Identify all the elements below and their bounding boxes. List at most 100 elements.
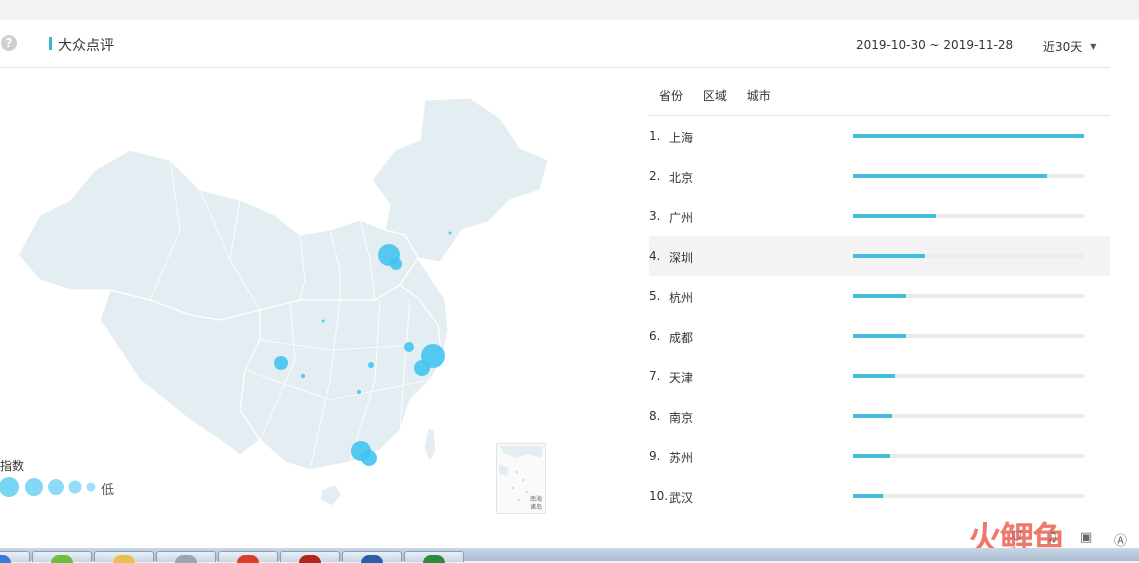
rank-bar-track bbox=[853, 214, 1084, 218]
taskbar-button-start[interactable] bbox=[0, 551, 30, 563]
taskbar-button-browser[interactable] bbox=[32, 551, 92, 563]
list-item[interactable]: 9. 苏州 bbox=[649, 436, 1110, 476]
city-name: 成都 bbox=[669, 331, 694, 345]
rank-bar-track bbox=[853, 414, 1084, 418]
rank-bar-fill bbox=[853, 414, 893, 418]
rank-bar-fill bbox=[853, 454, 890, 458]
rank-bar-track bbox=[853, 374, 1084, 378]
question-circle-icon[interactable]: ? bbox=[1, 35, 17, 51]
rank-bar-track bbox=[853, 454, 1084, 458]
rank-number: 9. bbox=[649, 449, 661, 463]
rank-number: 2. bbox=[649, 169, 661, 183]
bubble-tianjin[interactable] bbox=[390, 258, 402, 270]
rank-bar-track bbox=[853, 334, 1084, 338]
date-range: 2019-10-30 ~ 2019-11-28 bbox=[856, 38, 1014, 52]
rank-bar-fill bbox=[853, 294, 907, 298]
list-item[interactable]: 2. 北京 bbox=[649, 156, 1110, 196]
rank-number: 6. bbox=[649, 329, 661, 343]
map-island-taiwan bbox=[423, 427, 437, 464]
legend-dot-4 bbox=[68, 480, 82, 494]
rank-bar-fill bbox=[853, 374, 895, 378]
city-name: 上海 bbox=[669, 131, 694, 145]
map-island-hainan bbox=[319, 483, 343, 507]
rank-number: 1. bbox=[649, 129, 661, 143]
taskbar-button-folder[interactable] bbox=[94, 551, 154, 563]
rank-bar-track bbox=[853, 174, 1084, 178]
city-name: 天津 bbox=[669, 371, 694, 385]
page-title: 大众点评 bbox=[58, 38, 114, 54]
map-region-central bbox=[239, 284, 443, 471]
taskbar-button-excel[interactable] bbox=[404, 551, 464, 563]
tab-region[interactable]: 区域 bbox=[703, 87, 727, 104]
bubble-nanjing[interactable] bbox=[404, 342, 414, 352]
taskbar-button-tool[interactable] bbox=[280, 551, 340, 563]
bubble-shenzhen[interactable] bbox=[361, 450, 377, 466]
inset-map: 南海 诸岛 bbox=[499, 446, 543, 511]
inset-label-2: 诸岛 bbox=[530, 503, 542, 511]
region-tabs: 省份 区域 城市 bbox=[659, 87, 787, 104]
city-name: 苏州 bbox=[669, 451, 694, 465]
tab-province[interactable]: 省份 bbox=[659, 87, 683, 104]
rank-number: 3. bbox=[649, 209, 661, 223]
legend-dot-5 bbox=[86, 482, 96, 492]
rank-number: 10. bbox=[649, 489, 669, 503]
rank-bar-fill bbox=[853, 134, 1084, 138]
list-item[interactable]: 7. 天津 bbox=[649, 356, 1110, 396]
inset-label-1: 南海 bbox=[530, 495, 542, 503]
header-divider bbox=[0, 67, 1110, 68]
bubble-hangzhou[interactable] bbox=[414, 360, 430, 376]
south-sea-inset: 南海 诸岛 bbox=[496, 443, 546, 514]
rank-number: 5. bbox=[649, 289, 661, 303]
rank-bar-track bbox=[853, 494, 1084, 498]
bubble-xian[interactable] bbox=[321, 319, 325, 323]
city-name: 武汉 bbox=[669, 491, 694, 505]
list-item[interactable]: 3. 广州 bbox=[649, 196, 1110, 236]
title-accent-bar bbox=[49, 37, 52, 50]
list-item[interactable]: 8. 南京 bbox=[649, 396, 1110, 436]
city-name: 深圳 bbox=[669, 251, 694, 265]
legend-dots bbox=[0, 477, 96, 497]
speaker-icon[interactable]: ♫ bbox=[1046, 530, 1058, 545]
rank-bar-track bbox=[853, 294, 1084, 298]
bubble-chongqing[interactable] bbox=[301, 374, 305, 378]
bubble-chengdu[interactable] bbox=[274, 356, 288, 370]
bubble-shenyang[interactable] bbox=[448, 231, 452, 235]
map-land bbox=[17, 97, 549, 507]
rank-number: 7. bbox=[649, 369, 661, 383]
legend-dot-3 bbox=[48, 479, 64, 495]
period-dropdown[interactable]: 近30天 ▼ bbox=[1043, 38, 1096, 55]
period-label: 近30天 bbox=[1043, 40, 1083, 54]
shield-icon[interactable]: ⛉ bbox=[1012, 530, 1022, 545]
list-item[interactable]: 1. 上海 bbox=[649, 116, 1110, 156]
rank-bar-fill bbox=[853, 254, 925, 258]
legend-dot-2 bbox=[25, 478, 43, 496]
ad-icon[interactable]: Ⓐ bbox=[1114, 530, 1127, 549]
monitor-icon[interactable]: ▣ bbox=[1080, 530, 1092, 545]
caret-down-icon: ▼ bbox=[1090, 42, 1097, 51]
list-item[interactable]: 4. 深圳 bbox=[649, 236, 1110, 276]
tab-city[interactable]: 城市 bbox=[747, 87, 771, 104]
list-item[interactable]: 6. 成都 bbox=[649, 316, 1110, 356]
legend-low-label: 低 bbox=[101, 483, 115, 498]
city-name: 广州 bbox=[669, 211, 694, 225]
rank-number: 4. bbox=[649, 249, 661, 263]
rank-bar-fill bbox=[853, 174, 1048, 178]
bubble-changsha[interactable] bbox=[357, 390, 361, 394]
bubble-wuhan[interactable] bbox=[368, 362, 374, 368]
rank-bar-track bbox=[853, 254, 1084, 258]
rank-bar-fill bbox=[853, 214, 937, 218]
list-item[interactable]: 10. 武汉 bbox=[649, 476, 1110, 516]
taskbar-button-app[interactable] bbox=[156, 551, 216, 563]
city-name: 北京 bbox=[669, 171, 694, 185]
ranking-list: 1. 上海 2. 北京 3. 广州 4. 深圳 5. 杭州 6. 成都 7. 天… bbox=[649, 116, 1110, 516]
city-name: 杭州 bbox=[669, 291, 694, 305]
list-item[interactable]: 5. 杭州 bbox=[649, 276, 1110, 316]
legend-dot-1 bbox=[0, 477, 19, 497]
city-name: 南京 bbox=[669, 411, 694, 425]
taskbar-button-word[interactable] bbox=[342, 551, 402, 563]
rank-number: 8. bbox=[649, 409, 661, 423]
rank-bar-track bbox=[853, 134, 1084, 138]
taskbar-button-media[interactable] bbox=[218, 551, 278, 563]
rank-bar-fill bbox=[853, 494, 884, 498]
rank-bar-fill bbox=[853, 334, 907, 338]
